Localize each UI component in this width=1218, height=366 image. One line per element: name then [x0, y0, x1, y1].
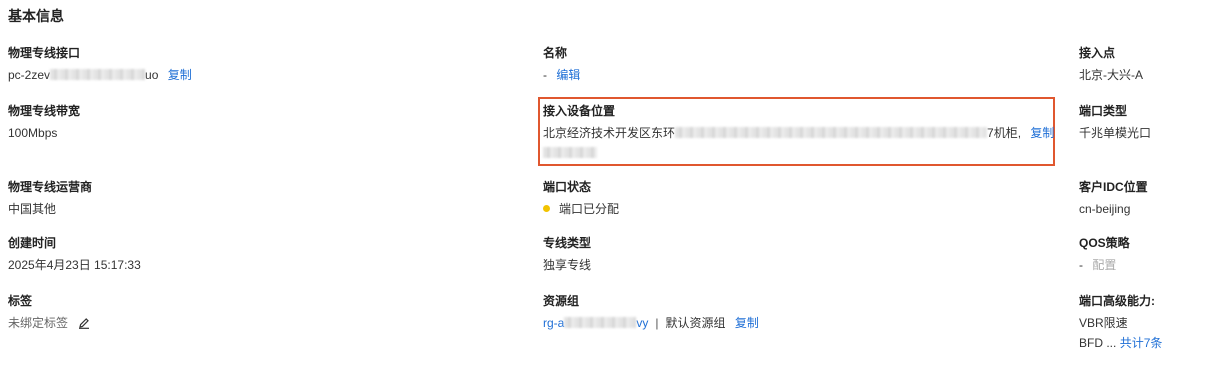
carrier-field: 物理专线运营商 中国其他: [8, 179, 92, 217]
bandwidth-label: 物理专线带宽: [8, 104, 81, 118]
edit-tags-pencil-icon[interactable]: [78, 317, 90, 333]
resource-group-link[interactable]: rg-a vy: [543, 316, 648, 330]
advanced-field: 端口高级能力: VBR限速 BFD ... 共计7条: [1079, 293, 1162, 351]
created-value: 2025年4月23日 15:17:33: [8, 258, 141, 272]
configure-qos-button[interactable]: 配置: [1092, 258, 1116, 272]
device-location-field: 接入设备位置 北京经济技术开发区东环 7机柜, 复制: [543, 103, 1054, 161]
device-location-label: 接入设备位置: [543, 104, 616, 118]
port-status-field: 端口状态 端口已分配: [543, 179, 619, 217]
line-type-value: 独享专线: [543, 258, 592, 272]
separator: |: [655, 316, 659, 330]
redacted-text: [543, 147, 597, 158]
redacted-text: [50, 69, 146, 80]
resource-group-name: 默认资源组: [665, 316, 726, 330]
edit-name-button[interactable]: 编辑: [556, 68, 580, 82]
name-value: -: [543, 68, 547, 82]
idc-location-field: 客户IDC位置 cn-beijing: [1079, 179, 1148, 217]
port-status-value: 端口已分配: [559, 202, 620, 216]
advanced-line1: VBR限速: [1079, 316, 1128, 330]
copy-location-button[interactable]: 复制: [1030, 126, 1054, 140]
view-all-capabilities-link[interactable]: 共计7条: [1120, 336, 1163, 350]
created-label: 创建时间: [8, 236, 57, 250]
section-title: 基本信息: [8, 8, 64, 24]
line-type-field: 专线类型 独享专线: [543, 235, 591, 273]
port-type-label: 端口类型: [1079, 104, 1128, 118]
resource-group-id-suffix: vy: [636, 316, 649, 330]
copy-resource-group-button[interactable]: 复制: [735, 316, 759, 330]
interface-value: pc-2zev uo 复制: [8, 67, 192, 83]
advanced-line2-text: BFD ...: [1079, 336, 1117, 350]
access-point-label: 接入点: [1079, 46, 1116, 60]
access-point-field: 接入点 北京-大兴-A: [1079, 45, 1143, 83]
resource-group-id-prefix: rg-a: [543, 316, 565, 330]
port-status-label: 端口状态: [543, 180, 592, 194]
copy-interface-button[interactable]: 复制: [168, 68, 192, 82]
interface-label: 物理专线接口: [8, 46, 81, 60]
device-location-suffix: 7机柜,: [987, 126, 1022, 140]
qos-field: QOS策略 - 配置: [1079, 235, 1130, 273]
interface-field: 物理专线接口 pc-2zev uo 复制: [8, 45, 192, 83]
advanced-label: 端口高级能力:: [1079, 294, 1155, 308]
redacted-text: [675, 127, 988, 138]
access-point-value: 北京-大兴-A: [1079, 68, 1143, 82]
port-type-field: 端口类型 千兆单模光口: [1079, 103, 1151, 141]
resource-group-label: 资源组: [543, 294, 580, 308]
resource-group-field: 资源组 rg-a vy | 默认资源组 复制: [543, 293, 759, 331]
interface-id-suffix: uo: [145, 68, 159, 82]
qos-label: QOS策略: [1079, 236, 1130, 250]
idc-location-value: cn-beijing: [1079, 202, 1131, 216]
tags-label: 标签: [8, 294, 33, 308]
bandwidth-value: 100Mbps: [8, 126, 58, 140]
line-type-label: 专线类型: [543, 236, 592, 250]
status-dot-icon: [543, 205, 550, 212]
port-type-value: 千兆单模光口: [1079, 126, 1152, 140]
created-field: 创建时间 2025年4月23日 15:17:33: [8, 235, 141, 273]
idc-location-label: 客户IDC位置: [1079, 180, 1148, 194]
interface-id-prefix: pc-2zev: [8, 68, 51, 82]
redacted-text: [564, 317, 637, 328]
name-label: 名称: [543, 46, 568, 60]
tags-value: 未绑定标签: [8, 316, 69, 330]
carrier-value: 中国其他: [8, 202, 57, 216]
name-field: 名称 - 编辑: [543, 45, 580, 83]
tags-field: 标签 未绑定标签: [8, 293, 90, 333]
qos-value: -: [1079, 258, 1083, 272]
bandwidth-field: 物理专线带宽 100Mbps: [8, 103, 80, 141]
device-location-prefix: 北京经济技术开发区东环: [543, 126, 676, 140]
carrier-label: 物理专线运营商: [8, 180, 93, 194]
